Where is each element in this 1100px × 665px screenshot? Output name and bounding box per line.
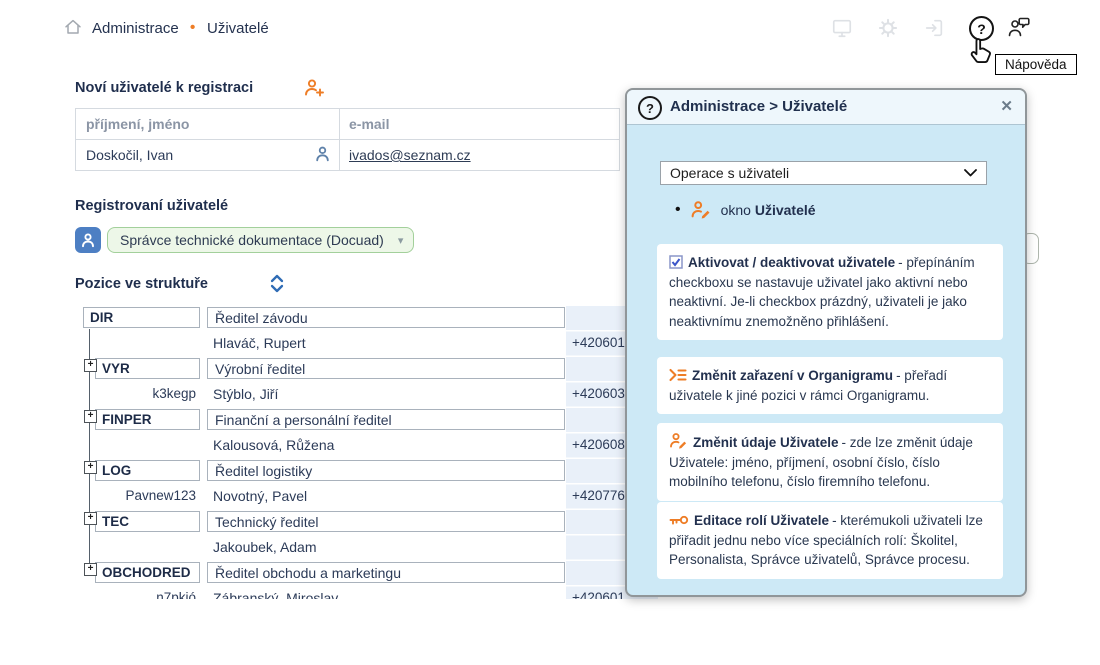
structure-title: Pozice ve struktuře [75,276,208,292]
person-login: n7pkió [95,590,196,599]
help-card-organigram: Změnit zařazení v Organigramu- přeřadí u… [657,357,1003,414]
user-feedback-icon[interactable] [1006,14,1032,40]
person-name: Novotný, Pavel [213,488,307,504]
person-name: Jakoubek, Adam [213,539,317,555]
col-email[interactable]: e-mail [349,116,389,132]
expand-icon[interactable]: + [84,359,97,372]
position-title-input[interactable]: Výrobní ředitel [207,358,565,379]
help-panel-title: Administrace > Uživatelé [670,98,847,115]
expand-icon[interactable]: + [84,563,97,576]
key-icon [669,514,689,527]
person-phone: +420776 [572,488,625,503]
close-icon[interactable]: ✕ [1000,97,1013,115]
chevron-down-icon [964,169,977,177]
bullet-dot: • [675,201,681,219]
help-card-activate: Aktivovat / deaktivovat uživatele- přepí… [657,244,1003,340]
home-icon[interactable] [63,17,83,37]
position-title-input[interactable]: Ředitel logistiky [207,460,565,481]
position-title-input[interactable]: Ředitel závodu [207,307,565,328]
help-topic-value: Operace s uživateli [670,165,789,181]
help-panel-header: ? Administrace > Uživatelé ✕ [627,90,1025,125]
help-bullet-item: • okno Uživatelé [675,200,816,219]
bullet-bold: Uživatelé [755,202,816,218]
person-phone: +420601 [572,335,625,350]
person-name: Hlaváč, Rupert [213,335,306,351]
breadcrumb-separator: • [190,19,195,36]
person-phone: +420608 [572,437,625,452]
position-code-input[interactable]: DIR [83,307,200,328]
organigram-move-icon [669,368,687,382]
new-users-title: Noví uživatelé k registraci [75,80,253,96]
card-title: Aktivovat / deaktivovat uživatele [688,255,895,270]
position-code-input[interactable]: TEC [95,511,200,532]
registered-users-title: Registrovaní uživatelé [75,198,228,214]
person-edit-icon [669,432,688,449]
cursor-hand-icon [967,36,997,68]
person-edit-icon [690,200,712,219]
email-link[interactable]: ivados@seznam.cz [349,147,471,163]
sort-icon[interactable] [269,273,285,294]
person-login: Pavnew123 [95,488,196,503]
person-name: Zábranský, Miroslav [213,590,338,599]
position-code-input[interactable]: LOG [95,460,200,481]
card-title: Změnit zařazení v Organigramu [692,368,893,383]
person-name: Stýblo, Jiří [213,386,278,402]
help-glyph: ? [977,21,986,37]
position-code-input[interactable]: VYR [95,358,200,379]
expand-icon[interactable]: + [84,461,97,474]
help-card-edit-user: Změnit údaje Uživatele- zde lze změnit ú… [657,423,1003,501]
user-badge-icon[interactable] [75,227,101,253]
col-prijmeni-jmeno[interactable]: příjmení, jméno [86,116,189,132]
card-title: Změnit údaje Uživatele [693,435,839,450]
breadcrumb-uzivatele: Uživatelé [207,20,269,37]
table-row-name: Doskočil, Ivan [86,147,173,163]
user-add-icon [303,77,326,98]
new-users-table: příjmení, jméno e-mail Doskočil, Ivan iv… [75,108,620,171]
help-panel-question-icon: ? [638,96,662,120]
position-title-input[interactable]: Finanční a personální ředitel [207,409,565,430]
role-filter-value: Správce technické dokumentace (Docuad) [120,232,384,248]
person-login: k3kegp [95,386,196,401]
person-name: Kalousová, Růžena [213,437,334,453]
tooltip-napoveda: Nápověda [995,54,1077,75]
bullet-pre: okno [721,202,755,218]
role-filter-dropdown[interactable]: Správce technické dokumentace (Docuad) ▾ [107,227,414,253]
position-title-input[interactable]: Ředitel obchodu a marketingu [207,562,565,583]
help-topic-select[interactable]: Operace s uživateli [660,161,987,185]
person-phone: +420601 [572,590,625,599]
chevron-down-icon: ▾ [398,234,404,247]
expand-icon[interactable]: + [84,512,97,525]
position-title-input[interactable]: Technický ředitel [207,511,565,532]
structure-tree: DIR Ředitel závodu Hlaváč, Rupert +42060… [75,306,658,599]
help-panel: ? Administrace > Uživatelé ✕ Operace s u… [625,88,1027,597]
expand-icon[interactable]: + [84,410,97,423]
monitor-icon[interactable] [831,16,853,40]
app-window: Administrace • Uživatelé ? Nápověda [0,0,1100,665]
position-code-input[interactable]: FINPER [95,409,200,430]
card-title: Editace rolí Uživatele [694,513,829,528]
sign-in-icon[interactable] [923,16,945,40]
gear-icon[interactable] [877,16,899,40]
breadcrumb-administrace[interactable]: Administrace [92,20,179,37]
person-icon[interactable] [314,145,331,162]
checkbox-checked-icon [669,255,683,269]
position-code-input[interactable]: OBCHODRED [95,562,200,583]
help-card-roles: Editace rolí Uživatele- kterémukoli uživ… [657,502,1003,579]
person-phone: +420603 [572,386,625,401]
